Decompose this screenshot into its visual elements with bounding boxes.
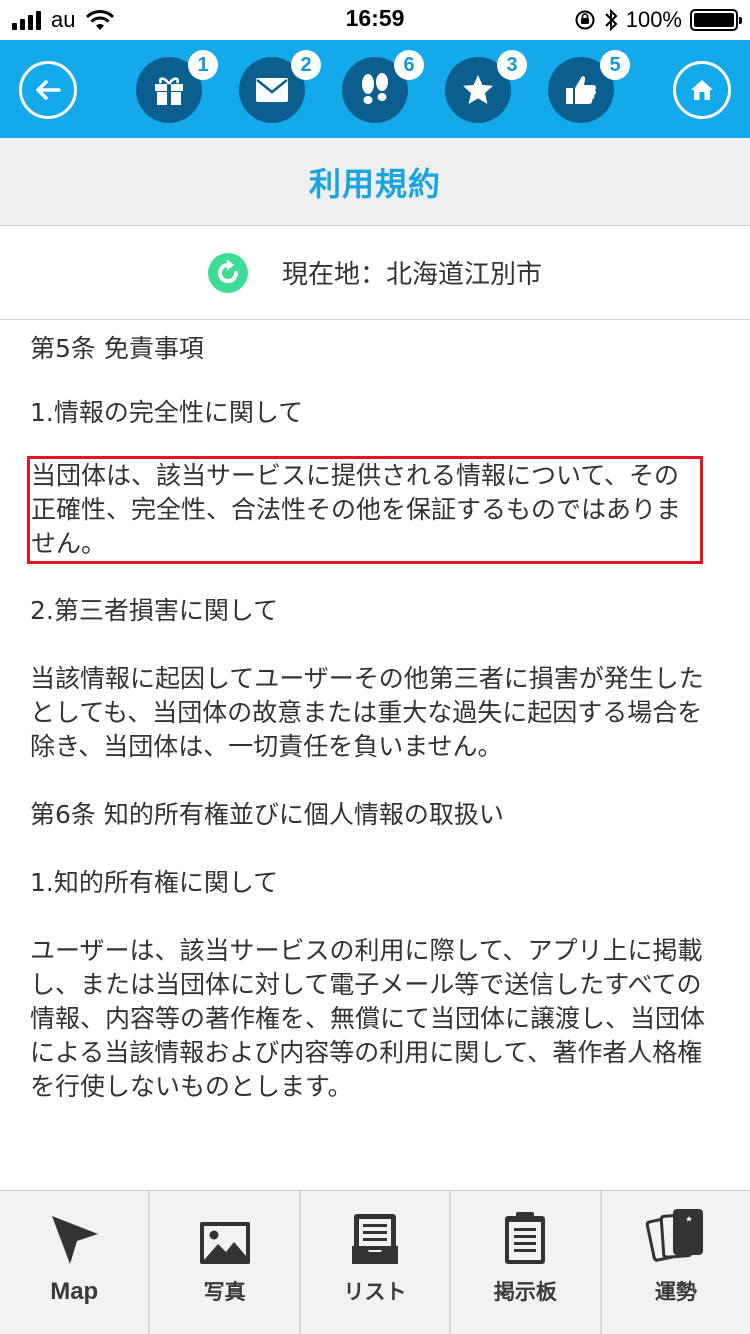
tab-fortune[interactable]: 運勢 <box>602 1191 750 1334</box>
tab-label: リスト <box>343 1280 407 1304</box>
battery-percent: 100% <box>625 7 682 32</box>
bluetooth-icon <box>605 8 618 32</box>
terms-article-heading: 第5条 免責事項 <box>30 334 204 363</box>
nav-mail-button[interactable]: 2 <box>239 50 321 123</box>
nav-footprints-button[interactable]: 6 <box>342 50 424 123</box>
back-button[interactable] <box>19 61 77 119</box>
nav-gift-button[interactable]: 1 <box>136 50 218 123</box>
status-bar: au 16:59 100% <box>0 0 750 40</box>
title-bar: 利用規約 <box>0 138 750 226</box>
gift-badge: 1 <box>188 50 218 80</box>
top-navigation: 1 2 6 3 5 <box>0 40 750 138</box>
star-icon <box>463 75 493 104</box>
terms-paragraph: ユーザーは、該当サービスの利用に際して、アプリ上に掲載し、または当団体に対して電… <box>30 936 706 1101</box>
tab-bulletin-board[interactable]: 掲示板 <box>451 1191 602 1334</box>
tab-label: 掲示板 <box>493 1280 557 1304</box>
mail-badge: 2 <box>291 50 321 80</box>
mail-icon <box>256 78 288 102</box>
terms-paragraph: 当該情報に起因してユーザーその他第三者に損害が発生したとしても、当団体の故意また… <box>30 664 704 761</box>
refresh-location-icon[interactable] <box>207 252 248 293</box>
tab-label: Map <box>50 1278 99 1305</box>
thumbs-up-icon <box>566 76 597 104</box>
home-button[interactable] <box>673 61 731 119</box>
back-arrow-icon <box>36 80 61 100</box>
cursor-arrow-icon <box>52 1216 99 1264</box>
terms-content[interactable]: 第5条 免責事項 1.情報の完全性に関して 当団体は、該当サービスに提供される情… <box>0 320 750 1190</box>
thumbs-up-badge: 5 <box>600 50 630 80</box>
gift-icon <box>155 77 183 105</box>
footprints-icon <box>362 73 388 104</box>
clipboard-icon <box>505 1212 546 1264</box>
list-tray-icon <box>352 1214 399 1264</box>
terms-paragraph-highlighted: 当団体は、該当サービスに提供される情報について、その正確性、完全性、合法性その他… <box>27 456 703 564</box>
battery-icon <box>690 9 742 31</box>
rotation-lock-icon <box>575 10 595 30</box>
tab-map[interactable]: Map <box>0 1191 151 1334</box>
page-title: 利用規約 <box>308 164 441 203</box>
nav-thumbs-up-button[interactable]: 5 <box>548 50 630 123</box>
terms-section-heading: 1.情報の完全性に関して <box>30 398 304 427</box>
star-badge: 3 <box>497 50 527 80</box>
terms-section-heading: 2.第三者損害に関して <box>30 596 279 625</box>
tab-label: 写真 <box>203 1280 246 1304</box>
fortune-cards-icon <box>645 1209 703 1262</box>
terms-section-heading: 1.知的所有権に関して <box>30 868 279 897</box>
photo-icon <box>199 1222 250 1264</box>
current-location-text: 現在地：北海道江別市 <box>281 260 542 290</box>
terms-article-heading: 第6条 知的所有権並びに個人情報の取扱い <box>30 800 504 829</box>
tab-photo[interactable]: 写真 <box>150 1191 301 1334</box>
bottom-tab-bar: Map 写真 リスト 掲示板 運勢 <box>0 1190 750 1334</box>
location-bar: 現在地：北海道江別市 <box>0 226 750 320</box>
home-icon <box>691 80 713 100</box>
footprints-badge: 6 <box>394 50 424 80</box>
tab-list[interactable]: リスト <box>301 1191 452 1334</box>
nav-star-button[interactable]: 3 <box>445 50 527 123</box>
tab-label: 運勢 <box>654 1280 697 1304</box>
